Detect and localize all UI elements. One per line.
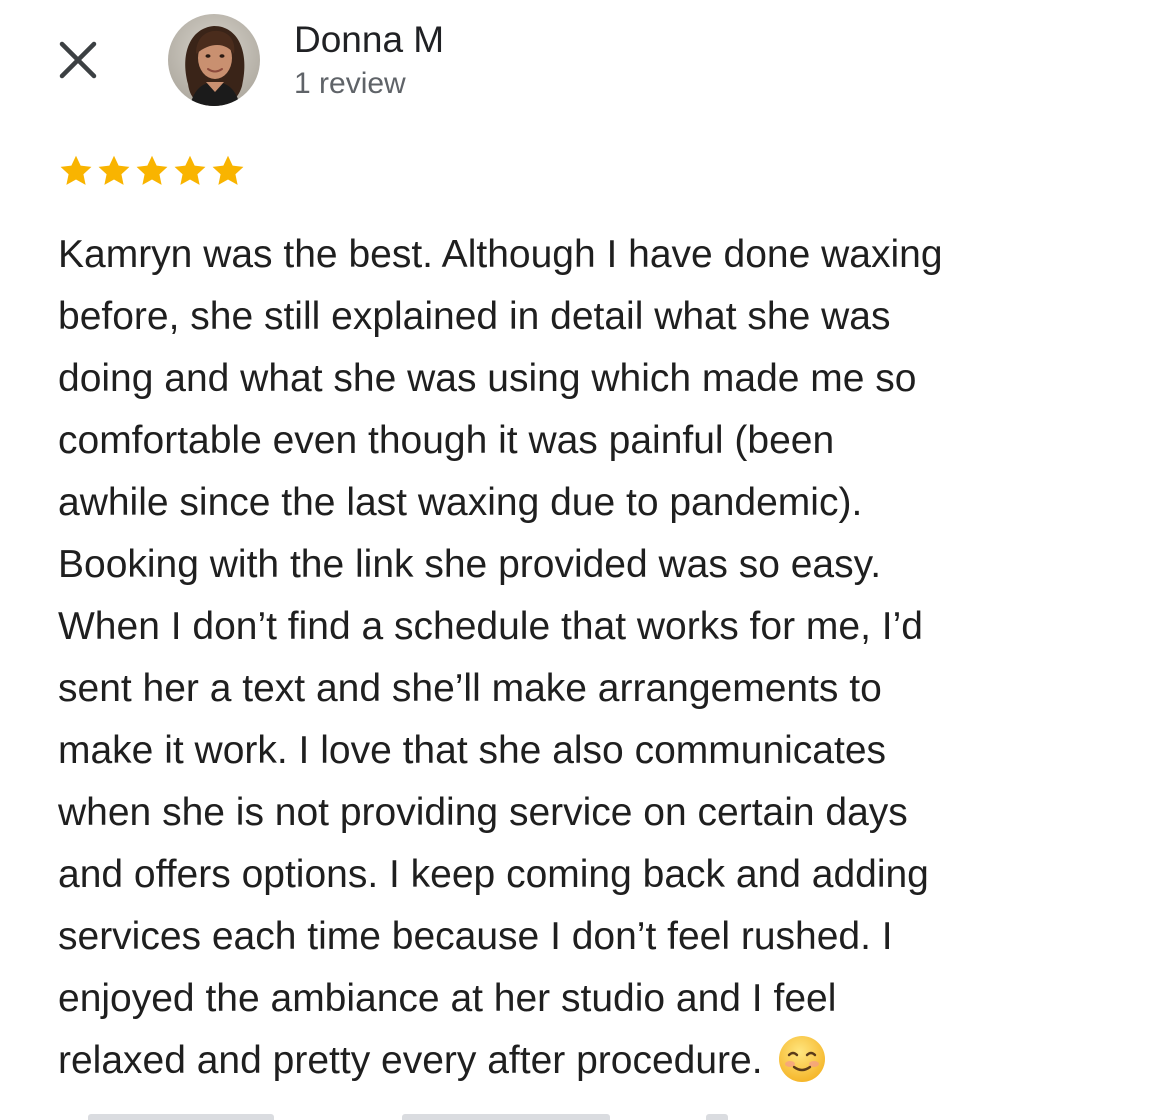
review-line-text: Kamryn was the best. Although I have don… <box>58 233 943 276</box>
action-chip[interactable] <box>402 1114 610 1120</box>
review-line: Booking with the link she provided was s… <box>58 534 1138 596</box>
review-count: 1 review <box>294 67 406 100</box>
review-line: and offers options. I keep coming back a… <box>58 844 1138 906</box>
review-line: services each time because I don’t feel … <box>58 906 1138 968</box>
review-line: before, she still explained in detail wh… <box>58 286 1138 348</box>
review-line-text: services each time because I don’t feel … <box>58 915 893 958</box>
reviewer-name[interactable]: Donna M <box>294 18 444 62</box>
review-line-text: doing and what she was using which made … <box>58 357 917 400</box>
review-line-text: make it work. I love that she also commu… <box>58 729 887 772</box>
review-text: Kamryn was the best. Although I have don… <box>58 224 1138 1092</box>
review-line-text: awhile since the last waxing due to pand… <box>58 481 863 524</box>
review-line-text: sent her a text and she’ll make arrangem… <box>58 667 882 710</box>
review-line-text: comfortable even though it was painful (… <box>58 419 835 462</box>
action-chip[interactable] <box>706 1114 728 1120</box>
review-line: enjoyed the ambiance at her studio and I… <box>58 968 1138 1030</box>
review-line: when she is not providing service on cer… <box>58 782 1138 844</box>
star-icon <box>136 155 168 185</box>
review-line-text: relaxed and pretty every after procedure… <box>58 1039 763 1082</box>
bottom-action-bar <box>0 1108 1170 1120</box>
close-button[interactable] <box>52 34 104 86</box>
review-line: sent her a text and she’ll make arrangem… <box>58 658 1138 720</box>
smiling-face-with-blush-emoji <box>778 1035 825 1082</box>
review-line: When I don’t find a schedule that works … <box>58 596 1138 658</box>
star-icon <box>98 155 130 185</box>
review-line: make it work. I love that she also commu… <box>58 720 1138 782</box>
action-chip[interactable] <box>88 1114 274 1120</box>
review-line: comfortable even though it was painful (… <box>58 410 1138 472</box>
review-line: relaxed and pretty every after procedure… <box>58 1030 1138 1092</box>
review-line-text: and offers options. I keep coming back a… <box>58 853 929 896</box>
review-line: doing and what she was using which made … <box>58 348 1138 410</box>
review-line-text: Booking with the link she provided was s… <box>58 543 882 586</box>
close-icon <box>59 41 97 79</box>
avatar[interactable] <box>168 14 260 106</box>
star-icon <box>174 155 206 185</box>
star-icon <box>212 155 244 185</box>
review-line: Kamryn was the best. Although I have don… <box>58 224 1138 286</box>
review-line-text: When I don’t find a schedule that works … <box>58 605 923 648</box>
profile-photo <box>168 14 260 106</box>
review-line-text: when she is not providing service on cer… <box>58 791 908 834</box>
review-line: awhile since the last waxing due to pand… <box>58 472 1138 534</box>
star-rating <box>58 153 246 193</box>
review-line-text: before, she still explained in detail wh… <box>58 295 891 338</box>
review-line-text: enjoyed the ambiance at her studio and I… <box>58 977 837 1020</box>
star-icon <box>60 155 92 185</box>
